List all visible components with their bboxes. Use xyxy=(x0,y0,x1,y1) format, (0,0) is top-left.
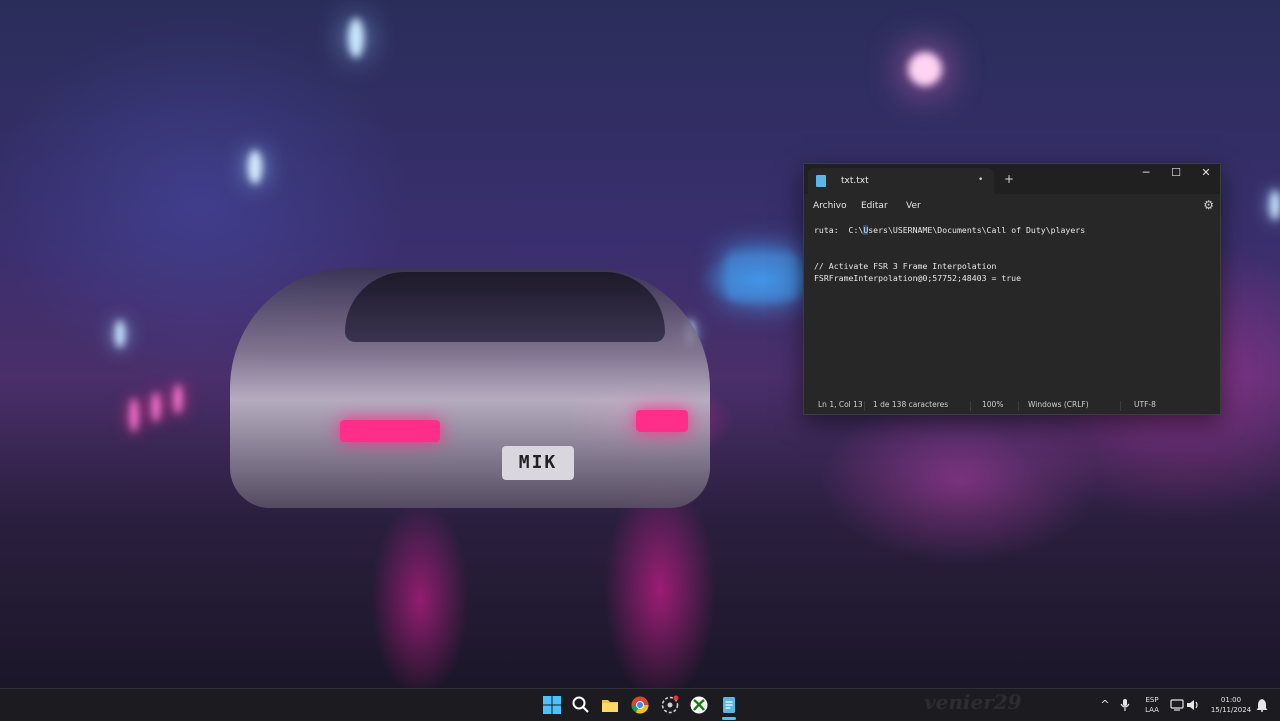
keyboard-layout: LAA xyxy=(1145,706,1159,714)
menu-archivo[interactable]: Archivo xyxy=(813,200,847,212)
status-divider xyxy=(864,401,865,411)
notifications-bell-icon[interactable] xyxy=(1256,698,1268,712)
line-ending[interactable]: Windows (CRLF) xyxy=(1028,396,1089,414)
path-label: ruta: xyxy=(814,225,839,235)
minimize-button[interactable]: ─ xyxy=(1131,164,1161,184)
game-icon[interactable] xyxy=(660,695,680,715)
notepad-file-icon xyxy=(816,175,826,187)
editor-line-path: ruta: C:\Users\USERNAME\Documents\Call o… xyxy=(814,224,1085,236)
street-light xyxy=(1270,190,1280,220)
car-taillight xyxy=(340,420,440,442)
search-icon[interactable] xyxy=(571,695,591,715)
chrome-icon[interactable] xyxy=(630,695,650,715)
cursor-position: Ln 1, Col 13 xyxy=(818,400,863,409)
maximize-button[interactable]: ☐ xyxy=(1161,164,1191,184)
notepad-window: txt.txt • + ─ ☐ ✕ Archivo Editar Ver ⚙ r… xyxy=(803,163,1221,415)
close-button[interactable]: ✕ xyxy=(1191,164,1221,184)
tab-title: txt.txt xyxy=(841,176,869,186)
clock-time: 01:00 xyxy=(1220,696,1242,704)
menu-ver[interactable]: Ver xyxy=(906,200,921,212)
network-icon[interactable] xyxy=(1170,698,1184,712)
editor-line-setting: FSRFrameInterpolation@0;57752;48403 = tr… xyxy=(814,273,1022,283)
neon-sign xyxy=(726,252,798,300)
clock[interactable]: 01:00 15/11/2024 xyxy=(1206,695,1256,717)
menu-bar: Archivo Editar Ver ⚙ xyxy=(804,194,1220,218)
microphone-icon[interactable] xyxy=(1118,698,1132,712)
windows-start-icon[interactable] xyxy=(542,695,562,715)
street-light xyxy=(348,18,364,58)
status-bar: Ln 1, Col 13 1 de 138 caracteres 100% Wi… xyxy=(804,396,1220,416)
editor-line-comment: // Activate FSR 3 Frame Interpolation xyxy=(814,261,997,271)
street-light xyxy=(174,384,182,414)
tab-txt-file[interactable]: txt.txt • xyxy=(808,168,994,194)
street-light xyxy=(908,52,942,86)
street-light xyxy=(152,392,160,422)
path-text-start: C:\ xyxy=(848,225,864,235)
license-plate: MIK xyxy=(502,446,574,480)
street-light xyxy=(248,150,262,184)
character-count: 1 de 138 caracteres xyxy=(873,400,949,409)
settings-gear-icon[interactable]: ⚙ xyxy=(1203,198,1214,212)
title-bar[interactable]: txt.txt • + ─ ☐ ✕ xyxy=(804,164,1220,194)
unsaved-indicator-icon[interactable]: • xyxy=(978,173,983,187)
new-tab-button[interactable]: + xyxy=(1004,172,1014,186)
language-code: ESP xyxy=(1145,696,1159,704)
show-hidden-icons-chevron-icon[interactable]: ^ xyxy=(1098,698,1112,712)
street-light xyxy=(115,320,125,348)
taskbar: ^ ESP LAA 01:00 15/11/2024 xyxy=(0,688,1280,721)
volume-icon[interactable] xyxy=(1186,698,1200,712)
path-text-end: sers\USERNAME\Documents\Call of Duty\pla… xyxy=(868,225,1086,235)
status-divider xyxy=(970,401,971,411)
menu-editar[interactable]: Editar xyxy=(861,200,888,212)
status-divider xyxy=(1120,401,1121,411)
clock-date: 15/11/2024 xyxy=(1210,706,1252,714)
language-indicator[interactable]: ESP LAA xyxy=(1140,695,1164,717)
car-rear-window xyxy=(345,272,665,342)
car-taillight xyxy=(636,410,688,432)
street-light xyxy=(130,398,138,432)
file-explorer-icon[interactable] xyxy=(600,695,620,715)
text-editor[interactable]: ruta: C:\Users\USERNAME\Documents\Call o… xyxy=(804,218,1220,396)
encoding[interactable]: UTF-8 xyxy=(1134,396,1156,414)
notepad-icon[interactable] xyxy=(719,695,739,715)
status-divider xyxy=(1018,401,1019,411)
xbox-icon[interactable] xyxy=(689,695,709,715)
zoom-level[interactable]: 100% xyxy=(982,396,1003,414)
